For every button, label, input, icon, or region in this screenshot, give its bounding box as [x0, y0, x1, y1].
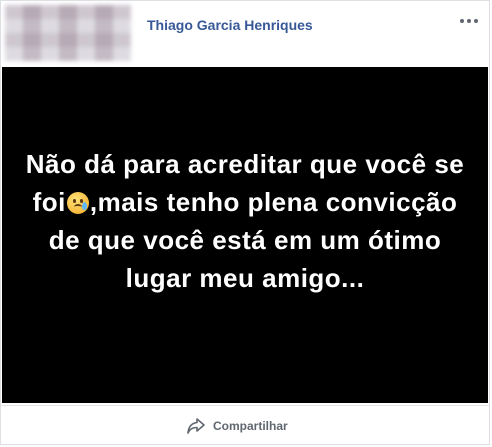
dot: [474, 19, 478, 23]
blurred-avatar[interactable]: [5, 5, 131, 61]
tear: [81, 202, 87, 210]
share-label: Compartilhar: [213, 419, 288, 433]
author-name[interactable]: Thiago Garcia Henriques: [147, 17, 313, 33]
mouth: [73, 204, 82, 210]
post-actions: Compartilhar: [1, 405, 489, 446]
share-icon: [187, 418, 205, 434]
post-image[interactable]: Não dá para acreditar que você se foi ,ma…: [2, 67, 488, 403]
image-text: Não dá para acreditar que você se foi ,ma…: [22, 145, 468, 297]
more-options-icon[interactable]: [459, 13, 479, 29]
dot: [460, 19, 464, 23]
post-card: Thiago Garcia Henriques Não dá para acre…: [0, 0, 490, 445]
dot: [467, 19, 471, 23]
crying-face-icon: [66, 192, 89, 214]
post-header: Thiago Garcia Henriques: [1, 1, 489, 65]
image-text-part-2: ,mais tenho plena convicção de que você …: [48, 187, 458, 293]
share-button[interactable]: Compartilhar: [187, 414, 288, 438]
